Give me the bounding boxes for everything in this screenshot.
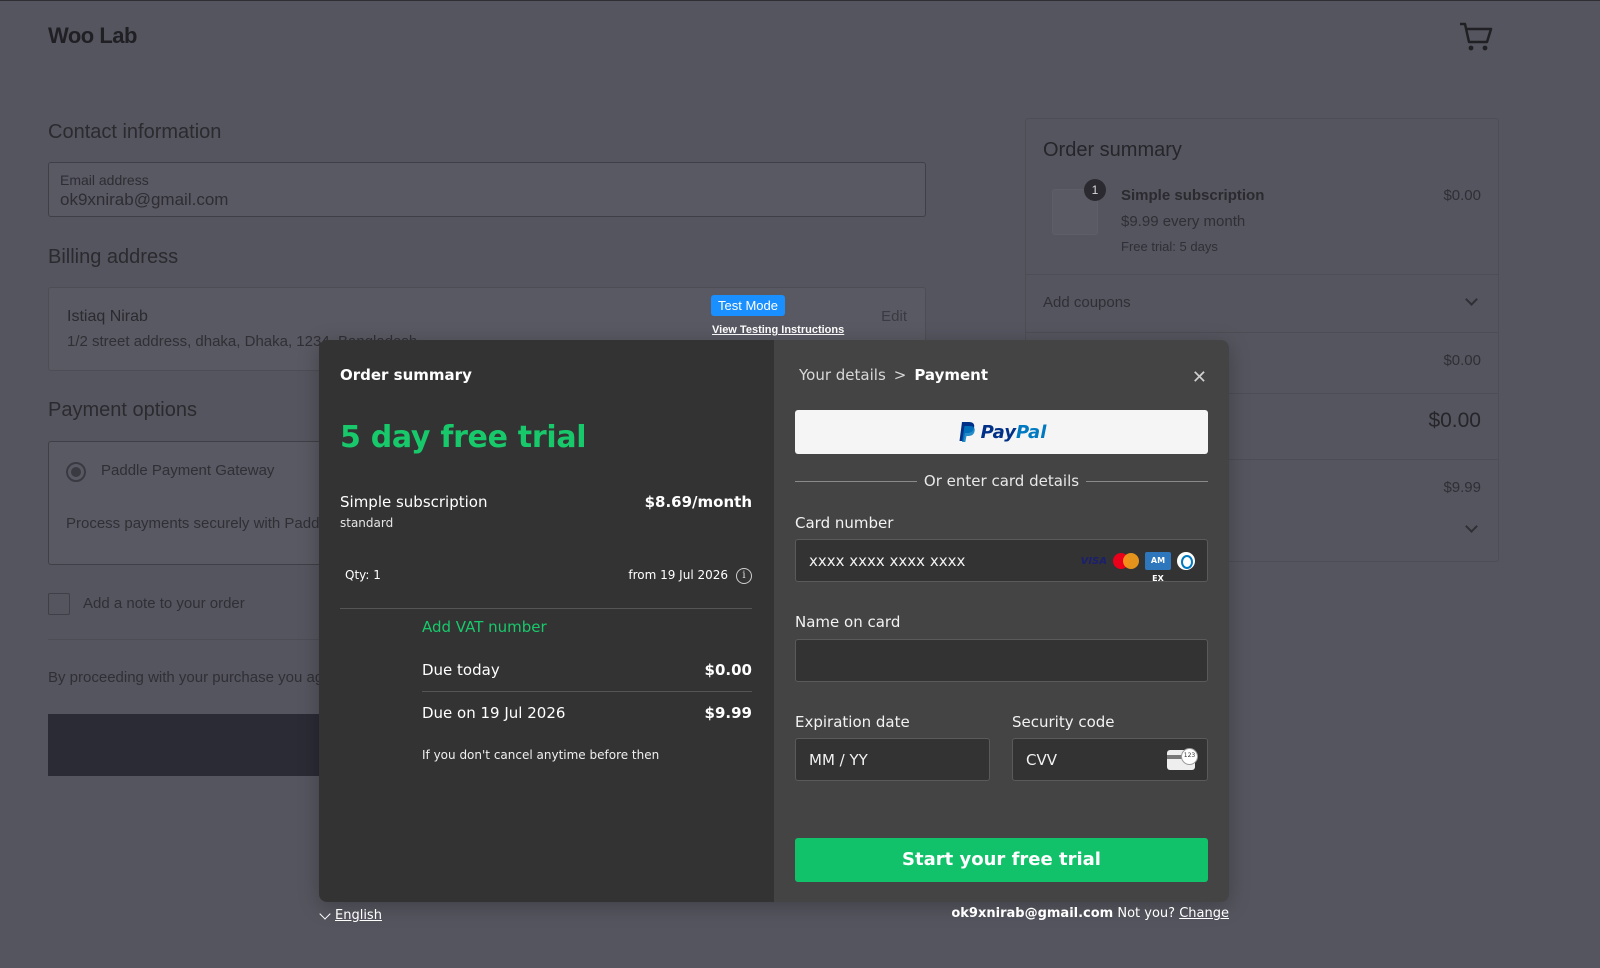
billing-start-date: from 19 Jul 2026 (628, 568, 728, 582)
order-note-checkbox[interactable] (48, 593, 70, 615)
summary-item-trial: Free trial: 5 days (1121, 239, 1218, 254)
order-summary-title: Order summary (1043, 139, 1182, 161)
quantity-label: Qty: 1 (345, 568, 381, 582)
payment-gateway-description: Process payments securely with Paddle (66, 515, 332, 532)
security-code-label: Security code (1012, 713, 1115, 731)
expiration-date-placeholder: MM / YY (809, 751, 868, 769)
add-vat-number-link[interactable]: Add VAT number (422, 618, 547, 636)
due-today-label: Due today (422, 661, 500, 679)
paypal-text-pay: Pay (980, 421, 1016, 443)
card-brands: VISA AM EX (1080, 552, 1195, 583)
not-you-text: Not you? (1117, 906, 1176, 921)
cancel-note: If you don't cancel anytime before then (422, 748, 660, 762)
quantity-badge: 1 (1084, 179, 1106, 201)
paypal-button[interactable]: PayPal (795, 410, 1208, 454)
chevron-down-icon (319, 907, 331, 920)
billing-edit-link[interactable]: Edit (881, 308, 907, 325)
payment-method-radio[interactable] (66, 462, 86, 482)
site-brand[interactable]: Woo Lab (48, 23, 137, 49)
diners-icon (1177, 552, 1195, 570)
terms-text: By proceeding with your purchase you agr… (48, 669, 345, 686)
product-name: Simple subscription (340, 493, 488, 511)
mastercard-icon (1113, 553, 1139, 569)
language-selector[interactable]: English (319, 907, 382, 923)
modal-payment-panel: Your details > Payment ✕ PayPal Or enter c… (774, 340, 1229, 902)
free-trial-headline: 5 day free trial (340, 420, 587, 455)
subtotal-value: $0.00 (1443, 352, 1481, 369)
divider (340, 608, 752, 609)
email-field-label: Email address (60, 172, 149, 188)
billing-name: Istiaq Nirab (67, 308, 148, 325)
checkout-modal: Order summary 5 day free trial Simple su… (319, 340, 1229, 902)
card-number-label: Card number (795, 514, 894, 532)
chevron-down-icon[interactable] (1465, 293, 1478, 306)
breadcrumb-separator: > (893, 366, 907, 384)
testing-instructions-link[interactable]: View Testing Instructions (712, 324, 844, 336)
breadcrumb: Your details > Payment (799, 366, 988, 384)
expiration-date-input[interactable]: MM / YY (795, 738, 990, 781)
order-note-label: Add a note to your order (83, 595, 245, 612)
expiration-date-label: Expiration date (795, 713, 910, 731)
product-price: $8.69/month (644, 493, 752, 511)
chevron-down-icon[interactable] (1465, 520, 1478, 533)
place-order-button[interactable] (48, 714, 348, 776)
divider (422, 691, 752, 692)
name-on-card-label: Name on card (795, 613, 901, 631)
payment-gateway-name: Paddle Payment Gateway (101, 462, 275, 479)
due-today-value: $0.00 (704, 661, 752, 679)
due-later-label: Due on 19 Jul 2026 (422, 704, 566, 722)
recurring-total-value: $9.99 (1443, 479, 1481, 496)
modal-order-summary-title: Order summary (340, 366, 472, 384)
summary-item-price: $0.00 (1443, 187, 1481, 204)
test-mode-badge: Test Mode (711, 295, 785, 316)
cart-icon[interactable] (1458, 21, 1494, 53)
card-number-placeholder: xxxx xxxx xxxx xxxx (809, 552, 966, 570)
divider (1026, 332, 1498, 333)
card-number-input[interactable]: xxxx xxxx xxxx xxxx VISA AM EX (795, 539, 1208, 583)
cvv-card-icon (1167, 748, 1198, 770)
summary-item-recurring: $9.99 every month (1121, 213, 1246, 230)
name-on-card-input[interactable] (795, 639, 1208, 682)
paypal-text-pal: Pal (1016, 421, 1047, 443)
amex-icon: AM EX (1145, 552, 1171, 583)
security-code-placeholder: CVV (1026, 751, 1057, 769)
product-plan: standard (340, 516, 394, 530)
language-label: English (335, 908, 382, 923)
security-code-input[interactable]: CVV (1012, 738, 1208, 781)
due-later-value: $9.99 (704, 704, 752, 722)
breadcrumb-payment: Payment (914, 366, 989, 384)
info-icon[interactable]: i (736, 568, 752, 584)
add-coupons-toggle[interactable]: Add coupons (1043, 294, 1131, 311)
divider (1086, 481, 1208, 482)
email-field[interactable]: Email address ok9xnirab@gmail.com (48, 162, 926, 217)
divider (1026, 274, 1498, 275)
close-icon[interactable]: ✕ (1192, 369, 1207, 387)
billing-section-title: Billing address (48, 246, 179, 268)
email-field-value: ok9xnirab@gmail.com (60, 190, 229, 209)
summary-item-name: Simple subscription (1121, 187, 1265, 204)
account-info: ok9xnirab@gmail.com Not you? Change (951, 906, 1229, 921)
contact-section-title: Contact information (48, 121, 222, 143)
payment-options-title: Payment options (48, 399, 197, 421)
start-free-trial-button[interactable]: Start your free trial (795, 838, 1208, 882)
account-email: ok9xnirab@gmail.com (951, 906, 1114, 921)
breadcrumb-your-details[interactable]: Your details (799, 366, 886, 384)
modal-order-summary-panel: Order summary 5 day free trial Simple su… (319, 340, 774, 902)
visa-icon: VISA (1080, 555, 1107, 567)
total-value: $0.00 (1428, 409, 1481, 432)
paypal-logo-icon (957, 421, 981, 443)
change-account-link[interactable]: Change (1179, 906, 1229, 921)
divider (48, 639, 348, 640)
